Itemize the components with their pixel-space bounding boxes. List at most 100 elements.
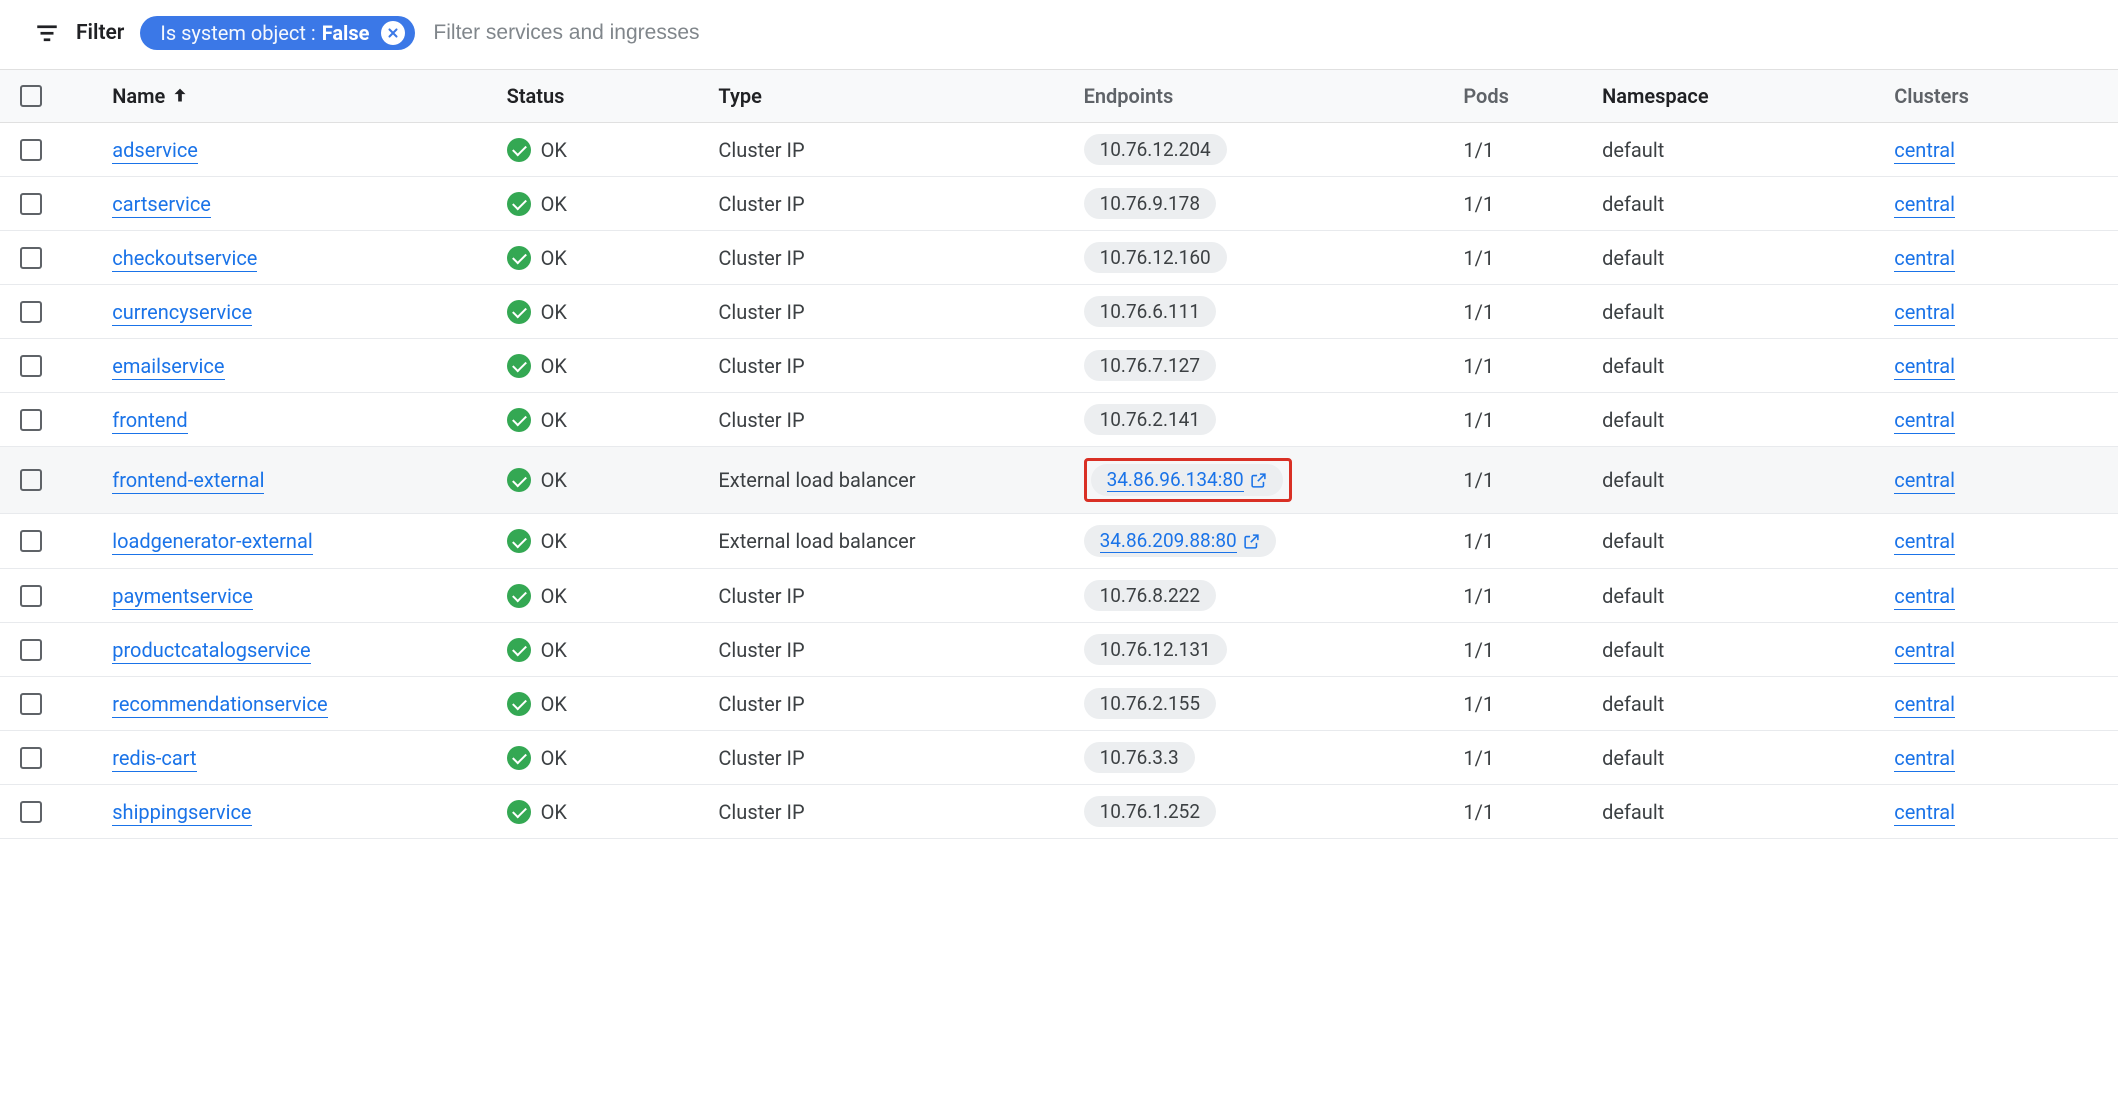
service-name-link[interactable]: adservice: [112, 138, 198, 164]
col-header-namespace[interactable]: Namespace: [1592, 70, 1884, 123]
cluster-link[interactable]: central: [1894, 584, 1955, 610]
status-cell: OK: [507, 354, 699, 378]
status-text: OK: [541, 638, 567, 662]
close-icon[interactable]: [381, 21, 405, 45]
type-cell: Cluster IP: [708, 339, 1073, 393]
service-name-link[interactable]: productcatalogservice: [112, 638, 310, 664]
table-row: paymentserviceOKCluster IP10.76.8.2221/1…: [0, 569, 2118, 623]
table-row: emailserviceOKCluster IP10.76.7.1271/1de…: [0, 339, 2118, 393]
pods-cell: 1/1: [1453, 285, 1592, 339]
endpoint-link-pill[interactable]: 34.86.96.134:80: [1091, 464, 1283, 496]
service-name-link[interactable]: frontend: [112, 408, 187, 434]
namespace-cell: default: [1592, 447, 1884, 514]
service-name-link[interactable]: currencyservice: [112, 300, 252, 326]
cluster-link[interactable]: central: [1894, 529, 1955, 555]
service-name-link[interactable]: frontend-external: [112, 468, 264, 494]
service-name-link[interactable]: paymentservice: [112, 584, 253, 610]
col-header-clusters[interactable]: Clusters: [1884, 70, 2118, 123]
row-checkbox[interactable]: [20, 193, 42, 215]
endpoint-link-pill[interactable]: 34.86.209.88:80: [1084, 525, 1276, 557]
cluster-link[interactable]: central: [1894, 746, 1955, 772]
service-name-link[interactable]: redis-cart: [112, 746, 196, 772]
status-text: OK: [541, 138, 567, 162]
row-checkbox[interactable]: [20, 639, 42, 661]
check-circle-icon: [507, 692, 531, 716]
row-checkbox[interactable]: [20, 409, 42, 431]
col-header-endpoints[interactable]: Endpoints: [1074, 70, 1454, 123]
filter-input[interactable]: [431, 20, 2100, 46]
row-checkbox[interactable]: [20, 469, 42, 491]
filter-bar: Filter Is system object : False: [0, 0, 2118, 70]
cluster-link[interactable]: central: [1894, 138, 1955, 164]
endpoint-cell: 10.76.1.252: [1074, 785, 1454, 839]
service-name-link[interactable]: shippingservice: [112, 800, 251, 826]
status-text: OK: [541, 192, 567, 216]
pods-cell: 1/1: [1453, 677, 1592, 731]
service-name-link[interactable]: cartservice: [112, 192, 211, 218]
check-circle-icon: [507, 746, 531, 770]
cluster-link[interactable]: central: [1894, 192, 1955, 218]
cluster-link[interactable]: central: [1894, 638, 1955, 664]
row-checkbox[interactable]: [20, 247, 42, 269]
service-name-link[interactable]: checkoutservice: [112, 246, 257, 272]
check-circle-icon: [507, 584, 531, 608]
check-circle-icon: [507, 800, 531, 824]
open-in-new-icon: [1243, 533, 1260, 550]
endpoint-text: 34.86.96.134:80: [1107, 468, 1244, 492]
status-cell: OK: [507, 468, 699, 492]
status-cell: OK: [507, 746, 699, 770]
col-header-name[interactable]: Name: [102, 70, 496, 123]
row-checkbox[interactable]: [20, 747, 42, 769]
type-cell: Cluster IP: [708, 569, 1073, 623]
pods-cell: 1/1: [1453, 623, 1592, 677]
filter-chip-prefix: Is system object :: [160, 21, 315, 45]
type-cell: Cluster IP: [708, 677, 1073, 731]
endpoint-pill: 10.76.6.111: [1084, 296, 1216, 327]
endpoint-cell: 10.76.3.3: [1074, 731, 1454, 785]
row-checkbox[interactable]: [20, 530, 42, 552]
endpoint-pill: 10.76.2.141: [1084, 404, 1216, 435]
table-row: frontend-external OK External load balance…: [0, 447, 2118, 514]
type-cell: Cluster IP: [708, 177, 1073, 231]
row-checkbox[interactable]: [20, 139, 42, 161]
cluster-link[interactable]: central: [1894, 300, 1955, 326]
endpoint-text: 34.86.209.88:80: [1100, 529, 1237, 553]
status-cell: OK: [507, 800, 699, 824]
col-header-pods[interactable]: Pods: [1453, 70, 1592, 123]
endpoint-pill: 10.76.12.204: [1084, 134, 1227, 165]
row-checkbox[interactable]: [20, 693, 42, 715]
col-header-type[interactable]: Type: [708, 70, 1073, 123]
cluster-link[interactable]: central: [1894, 800, 1955, 826]
table-row: checkoutserviceOKCluster IP10.76.12.1601…: [0, 231, 2118, 285]
endpoint-pill: 10.76.8.222: [1084, 580, 1216, 611]
type-cell: External load balancer: [708, 514, 1073, 569]
pods-cell: 1/1: [1453, 731, 1592, 785]
table-row: currencyserviceOKCluster IP10.76.6.1111/…: [0, 285, 2118, 339]
services-table: Name Status Type Endpoints Pods Namespac…: [0, 70, 2118, 839]
cluster-link[interactable]: central: [1894, 354, 1955, 380]
filter-label: Filter: [76, 21, 124, 45]
table-row: productcatalogserviceOKCluster IP10.76.1…: [0, 623, 2118, 677]
endpoint-pill: 10.76.12.131: [1084, 634, 1227, 665]
type-cell: Cluster IP: [708, 393, 1073, 447]
type-cell: External load balancer: [708, 447, 1073, 514]
service-name-link[interactable]: recommendationservice: [112, 692, 327, 718]
pods-cell: 1/1: [1453, 569, 1592, 623]
check-circle-icon: [507, 246, 531, 270]
row-checkbox[interactable]: [20, 585, 42, 607]
status-cell: OK: [507, 692, 699, 716]
cluster-link[interactable]: central: [1894, 468, 1955, 494]
filter-chip-system-object[interactable]: Is system object : False: [140, 16, 415, 50]
col-header-status[interactable]: Status: [497, 70, 709, 123]
service-name-link[interactable]: loadgenerator-external: [112, 529, 312, 555]
cluster-link[interactable]: central: [1894, 408, 1955, 434]
service-name-link[interactable]: emailservice: [112, 354, 224, 380]
namespace-cell: default: [1592, 123, 1884, 177]
select-all-checkbox[interactable]: [20, 85, 42, 107]
row-checkbox[interactable]: [20, 301, 42, 323]
row-checkbox[interactable]: [20, 355, 42, 377]
cluster-link[interactable]: central: [1894, 692, 1955, 718]
namespace-cell: default: [1592, 731, 1884, 785]
row-checkbox[interactable]: [20, 801, 42, 823]
cluster-link[interactable]: central: [1894, 246, 1955, 272]
